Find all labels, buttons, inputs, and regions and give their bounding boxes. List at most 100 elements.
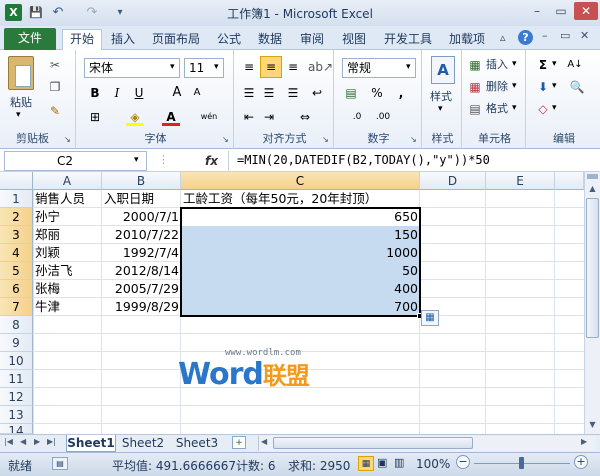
format-cells-icon[interactable]: ▤ — [466, 100, 484, 118]
scroll-up-icon[interactable]: ▲ — [586, 182, 599, 196]
font-color-icon[interactable]: A — [162, 108, 180, 126]
autosum-icon[interactable]: Σ — [534, 56, 552, 74]
zoom-level[interactable]: 100% — [416, 457, 450, 471]
tab-developer[interactable]: 开发工具 — [378, 30, 438, 50]
font-name-select[interactable]: 宋体 — [84, 58, 180, 78]
row-header[interactable]: 11 — [0, 370, 33, 388]
cut-icon[interactable]: ✂ — [46, 56, 64, 74]
row-header[interactable]: 7 — [0, 298, 33, 316]
last-sheet-icon[interactable]: ▶| — [47, 437, 56, 446]
column-header-b[interactable]: B — [102, 172, 181, 190]
find-select-icon[interactable]: 🔍 — [568, 78, 586, 96]
format-painter-icon[interactable]: ✎ — [46, 102, 64, 120]
column-header-d[interactable]: D — [420, 172, 486, 190]
cell-b4[interactable]: 1992/7/4 — [102, 244, 181, 262]
font-size-dropdown-icon[interactable]: ▾ — [214, 62, 219, 72]
clear-dropdown-icon[interactable]: ▾ — [552, 103, 557, 113]
row-header[interactable]: 2 — [0, 208, 33, 226]
align-left-icon[interactable]: ☰ — [240, 84, 258, 102]
delete-cells-button[interactable]: 删除 — [486, 80, 508, 94]
fill-color-icon[interactable]: ◈ — [126, 108, 144, 126]
align-bottom-icon[interactable]: ≡ — [284, 58, 302, 76]
sheet-tab-sheet3[interactable]: Sheet3 — [174, 435, 220, 452]
scroll-left-icon[interactable]: ◀ — [261, 437, 267, 446]
page-break-view-icon[interactable]: ▥ — [394, 456, 404, 469]
copy-icon[interactable]: ❐ — [46, 78, 64, 96]
number-launcher-icon[interactable]: ↘ — [410, 136, 418, 144]
cell-a1[interactable]: 销售人员 — [33, 190, 102, 208]
vertical-scrollbar[interactable]: ▲ ▼ — [584, 172, 600, 434]
increase-decimal-icon[interactable]: .0 — [348, 108, 366, 126]
select-all-button[interactable] — [0, 172, 33, 190]
styles-dropdown-icon[interactable]: ▾ — [438, 104, 443, 114]
minimize-ribbon-icon[interactable]: ▵ — [500, 31, 514, 44]
font-launcher-icon[interactable]: ↘ — [222, 136, 230, 144]
cell-a2[interactable]: 孙宁 — [33, 208, 102, 226]
clear-icon[interactable]: ◇ — [534, 100, 552, 118]
zoom-out-icon[interactable]: − — [456, 455, 470, 469]
underline-button[interactable]: U — [130, 84, 148, 102]
split-box-icon[interactable] — [587, 174, 598, 179]
cell-b6[interactable]: 2005/7/29 — [102, 280, 181, 298]
prev-sheet-icon[interactable]: ◀ — [20, 437, 26, 446]
cell-b7[interactable]: 1999/8/29 — [102, 298, 181, 316]
insert-cells-button[interactable]: 插入 — [486, 58, 508, 72]
h-scroll-thumb[interactable] — [273, 437, 473, 449]
worksheet-grid[interactable]: A B C D E 1 2 3 4 5 6 7 8 9 10 11 12 13 … — [0, 172, 584, 434]
alignment-launcher-icon[interactable]: ↘ — [322, 136, 330, 144]
first-sheet-icon[interactable]: |◀ — [4, 437, 13, 446]
workbook-minimize-icon[interactable]: – — [542, 29, 548, 42]
insert-sheet-icon[interactable]: + — [232, 436, 246, 449]
tab-data[interactable]: 数据 — [252, 30, 288, 50]
row-header[interactable]: 8 — [0, 316, 33, 334]
fill-dropdown-icon[interactable]: ▾ — [552, 81, 557, 91]
name-box[interactable]: C2 — [4, 151, 147, 171]
format-dropdown-icon[interactable]: ▾ — [512, 103, 517, 113]
increase-indent-icon[interactable]: ⇥ — [260, 108, 278, 126]
maximize-button[interactable]: ▭ — [550, 2, 572, 20]
insert-function-icon[interactable]: fx — [205, 151, 225, 171]
insert-cells-icon[interactable]: ▦ — [466, 56, 484, 74]
borders-icon[interactable]: ⊞ — [86, 108, 104, 126]
row-header[interactable]: 14 — [0, 424, 33, 434]
column-header-e[interactable]: E — [486, 172, 555, 190]
cell-a4[interactable]: 刘颖 — [33, 244, 102, 262]
close-button[interactable]: ✕ — [574, 2, 598, 20]
tab-insert[interactable]: 插入 — [106, 30, 140, 50]
format-cells-button[interactable]: 格式 — [486, 102, 508, 116]
comma-icon[interactable]: , — [392, 84, 410, 102]
horizontal-scrollbar[interactable]: ◀ ▶ — [258, 436, 596, 451]
row-header[interactable]: 13 — [0, 406, 33, 424]
align-right-icon[interactable]: ☰ — [284, 84, 302, 102]
column-header-f[interactable] — [555, 172, 584, 190]
decrease-indent-icon[interactable]: ⇤ — [240, 108, 258, 126]
row-header[interactable]: 10 — [0, 352, 33, 370]
cell-c1[interactable]: 工龄工资（每年50元，20年封顶） — [181, 190, 420, 208]
column-header-c[interactable]: C — [181, 172, 420, 190]
scroll-right-icon[interactable]: ▶ — [581, 437, 587, 446]
scroll-thumb[interactable] — [586, 198, 599, 338]
clipboard-launcher-icon[interactable]: ↘ — [64, 136, 72, 144]
cell-b3[interactable]: 2010/7/22 — [102, 226, 181, 244]
row-header[interactable]: 12 — [0, 388, 33, 406]
align-center-icon[interactable]: ☰ — [260, 84, 278, 102]
tab-page-layout[interactable]: 页面布局 — [146, 30, 206, 50]
decrease-decimal-icon[interactable]: .00 — [374, 108, 392, 126]
tab-review[interactable]: 审阅 — [294, 30, 330, 50]
help-icon[interactable]: ? — [518, 30, 533, 45]
sheet-tab-sheet2[interactable]: Sheet2 — [120, 435, 166, 452]
cell-a5[interactable]: 孙洁飞 — [33, 262, 102, 280]
row-header[interactable]: 1 — [0, 190, 33, 208]
cell-a7[interactable]: 牛津 — [33, 298, 102, 316]
tab-formulas[interactable]: 公式 — [212, 30, 246, 50]
next-sheet-icon[interactable]: ▶ — [34, 437, 40, 446]
align-top-icon[interactable]: ≡ — [240, 58, 258, 76]
sheet-tab-sheet1[interactable]: Sheet1 — [66, 435, 116, 452]
tab-view[interactable]: 视图 — [336, 30, 372, 50]
row-header[interactable]: 5 — [0, 262, 33, 280]
column-header-a[interactable]: A — [33, 172, 102, 190]
name-box-dropdown-icon[interactable]: ▾ — [134, 155, 139, 165]
number-format-select[interactable]: 常规 — [342, 58, 416, 78]
macro-record-icon[interactable]: ▤ — [52, 457, 68, 470]
currency-icon[interactable]: ▤ — [342, 84, 360, 102]
